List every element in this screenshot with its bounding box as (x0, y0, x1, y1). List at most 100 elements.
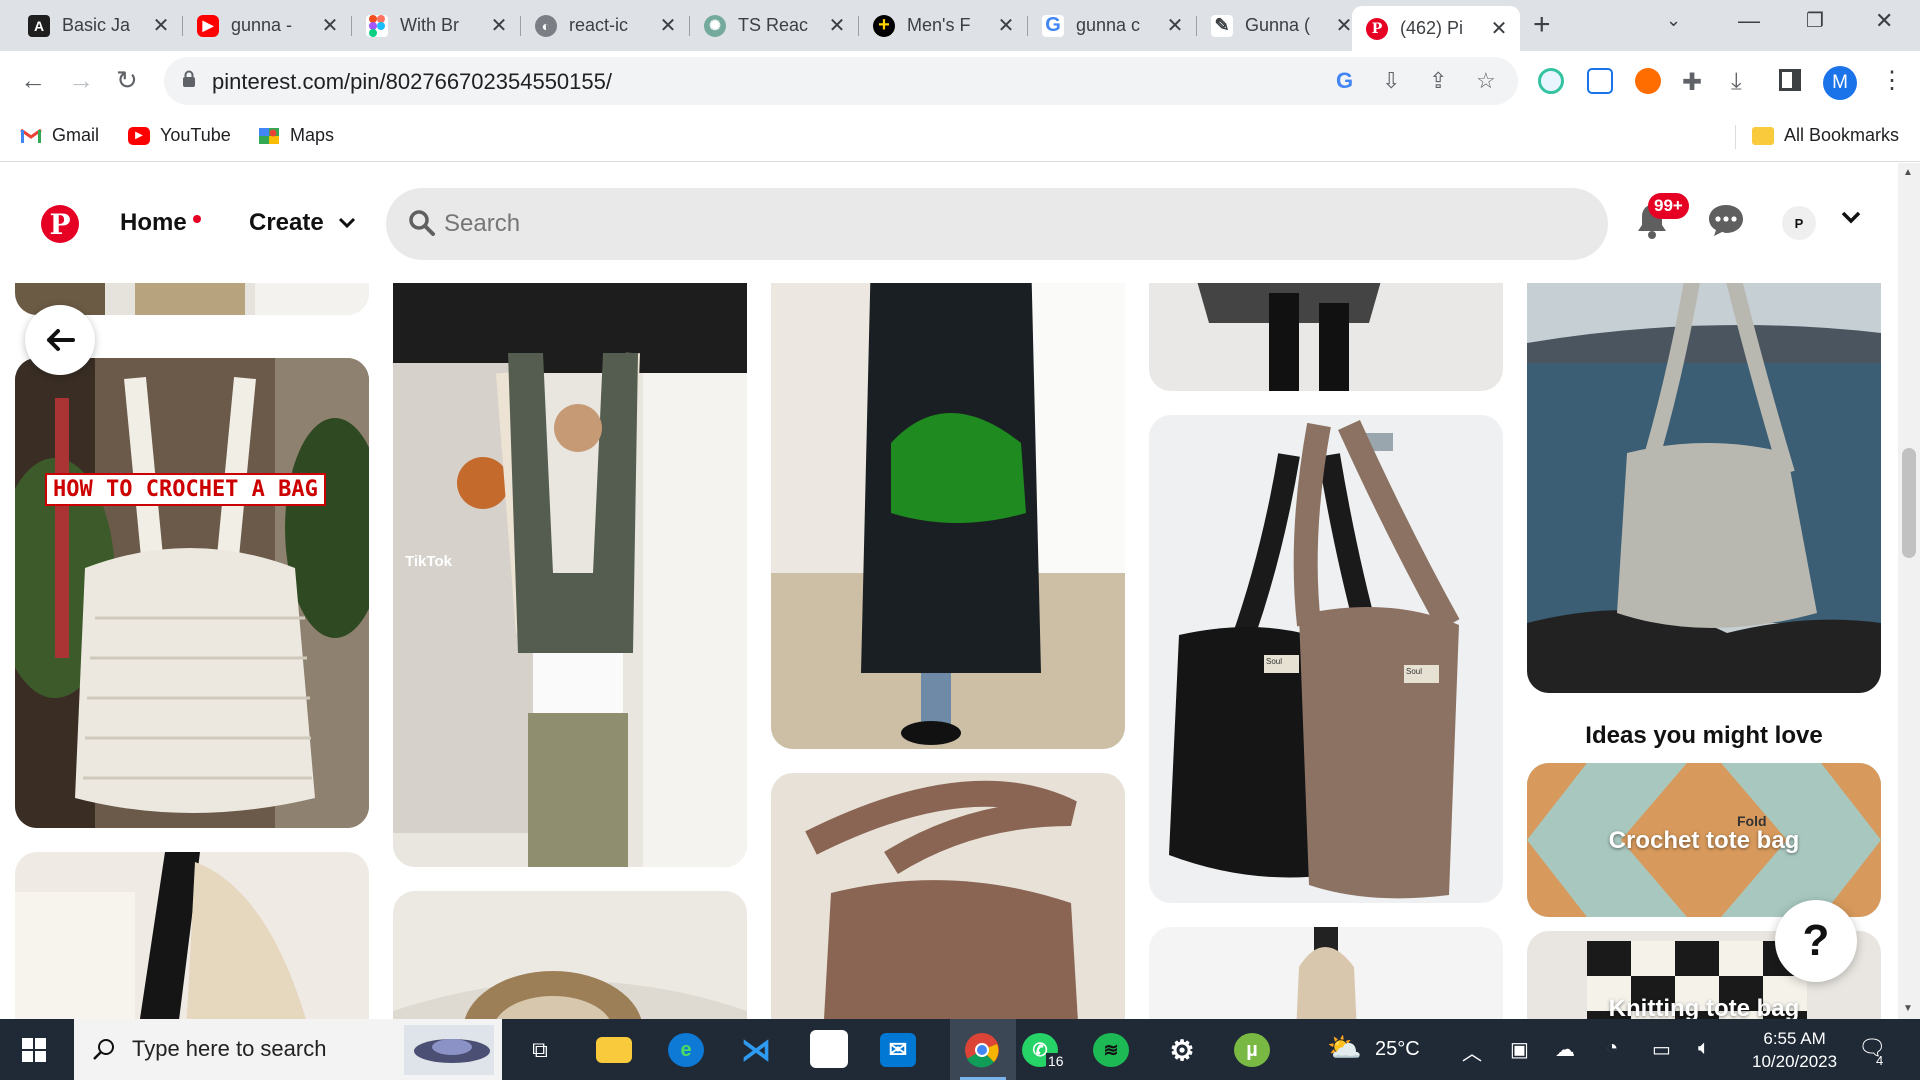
page-scrollbar[interactable]: ▲ ▼ (1898, 163, 1920, 1019)
folder-icon (1752, 126, 1774, 145)
tab-search-chevron-icon[interactable]: ⌄ (1666, 10, 1681, 31)
idea-card-crochet-tote[interactable]: Fold Crochet tote bag (1527, 763, 1881, 917)
back-arrow-button[interactable] (25, 305, 95, 375)
bookmark-youtube[interactable]: ▶ YouTube (128, 125, 231, 146)
battery-icon[interactable]: ▭ (1652, 1037, 1671, 1062)
code-academy-icon: A (28, 14, 50, 37)
minimize-button[interactable]: — (1738, 8, 1760, 34)
messages-icon[interactable] (1708, 204, 1744, 236)
pin-card[interactable]: Soul Soul (1149, 415, 1503, 903)
settings-gear-icon[interactable]: ⚙ (1164, 1033, 1200, 1067)
account-chevron-down-icon[interactable] (1840, 209, 1862, 225)
scrollbar-thumb[interactable] (1902, 448, 1916, 558)
meet-now-icon[interactable]: ▣ (1510, 1037, 1529, 1062)
pin-card[interactable] (15, 852, 369, 1019)
weather-icon[interactable]: ⛅ (1327, 1031, 1362, 1064)
browser-toolbar: ← → ↻ pinterest.com/pin/8027667023545501… (0, 51, 1920, 113)
onedrive-offline-icon[interactable]: ☁ (1555, 1037, 1575, 1062)
forward-button[interactable]: → (68, 65, 94, 95)
reload-button[interactable]: ↻ (116, 65, 138, 95)
volume-icon[interactable]: 🔈︎ (1698, 1037, 1710, 1060)
notification-count: 4 (1876, 1053, 1884, 1068)
profile-avatar[interactable]: P (1782, 206, 1816, 240)
pin-card-tiktok[interactable]: TikTok (393, 283, 747, 867)
restore-button[interactable]: ❐ (1806, 8, 1824, 33)
pin-card[interactable] (771, 283, 1125, 749)
install-app-icon[interactable]: ⇩ (1382, 68, 1400, 94)
tab-label: gunna - (231, 15, 293, 35)
extension-orange-icon[interactable] (1635, 68, 1661, 94)
pinterest-logo[interactable]: P (41, 205, 79, 243)
bookmark-gmail[interactable]: Gmail (20, 125, 99, 146)
tab-google-search[interactable]: G gunna c ✕ (1028, 8, 1197, 43)
url-text[interactable]: pinterest.com/pin/802766702354550155/ (212, 69, 612, 95)
close-icon[interactable]: ✕ (150, 13, 172, 38)
search-input[interactable] (444, 200, 1544, 248)
spotify-icon[interactable]: ≋ (1093, 1033, 1129, 1067)
google-lens-icon[interactable]: G (1336, 68, 1353, 94)
help-button[interactable]: ? (1775, 900, 1857, 982)
close-icon[interactable]: ✕ (488, 13, 510, 38)
tab-basic-javascript[interactable]: A Basic Ja ✕ (14, 8, 183, 43)
close-window-button[interactable]: ✕ (1875, 8, 1893, 34)
file-explorer-icon[interactable] (596, 1037, 632, 1063)
close-icon[interactable]: ✕ (319, 13, 341, 38)
pin-card[interactable] (393, 891, 747, 1019)
tab-genius[interactable]: ✎ Gunna ( ✕ (1197, 8, 1365, 43)
new-tab-button[interactable]: + (1533, 10, 1551, 40)
mail-icon[interactable]: ✉ (880, 1033, 916, 1067)
extensions-puzzle-icon[interactable]: ✚ (1682, 68, 1702, 97)
tab-react-icons[interactable]: ◐ react-ic ✕ (521, 8, 690, 43)
pin-card[interactable] (1149, 283, 1503, 391)
tab-pinterest-active[interactable]: P (462) Pi ✕ (1352, 6, 1520, 51)
notifications-badge: 99+ (1648, 193, 1689, 219)
extension-docs-icon[interactable] (1587, 68, 1613, 94)
share-icon[interactable]: ⇪ (1429, 68, 1447, 94)
extension-circle-icon[interactable] (1538, 68, 1564, 94)
close-icon[interactable]: ✕ (1488, 16, 1510, 41)
task-view-icon[interactable]: ⧉ (522, 1033, 558, 1067)
pin-image-straw-bag-bed (393, 891, 747, 1019)
tab-chatgpt[interactable]: ✺ TS Reac ✕ (690, 8, 859, 43)
weather-temperature[interactable]: 25°C (1375, 1038, 1420, 1061)
windows-start-icon[interactable] (22, 1038, 46, 1062)
chrome-profile-avatar[interactable]: M (1823, 66, 1857, 100)
tab-figma[interactable]: With Br ✕ (352, 8, 521, 43)
chrome-icon[interactable] (964, 1032, 1000, 1068)
back-button[interactable]: ← (20, 65, 46, 95)
bookmark-maps[interactable]: Maps (258, 125, 334, 146)
close-icon[interactable]: ✕ (995, 13, 1017, 38)
edge-icon[interactable]: e (668, 1033, 704, 1067)
taskbar-search-input[interactable] (132, 1033, 392, 1065)
nav-home[interactable]: Home (120, 209, 187, 237)
vscode-icon[interactable]: ⋊ (738, 1033, 774, 1067)
pin-card[interactable] (1527, 283, 1881, 693)
pin-image-white-crochet-bag (15, 358, 369, 828)
system-clock[interactable]: 6:55 AM 10/20/2023 (1752, 1027, 1837, 1073)
pin-card[interactable] (1149, 927, 1503, 1019)
scroll-down-arrow-icon[interactable]: ▼ (1903, 1003, 1913, 1014)
bookmark-star-icon[interactable]: ☆ (1476, 68, 1496, 94)
pinterest-search-bar[interactable] (386, 188, 1608, 260)
more-menu-icon[interactable]: ⋮ (1880, 66, 1904, 95)
tab-mens-fashion[interactable]: + Men's F ✕ (859, 8, 1028, 43)
pin-card-crochet-bag[interactable]: HOW TO CROCHET A BAG (15, 358, 369, 828)
pin-card[interactable] (771, 773, 1125, 1019)
close-icon[interactable]: ✕ (1164, 13, 1186, 38)
close-icon[interactable]: ✕ (826, 13, 848, 38)
downloads-icon[interactable]: ⤓ (1731, 68, 1742, 96)
bag-tag-label: Soul (1406, 667, 1423, 676)
close-icon[interactable]: ✕ (657, 13, 679, 38)
pin-image-tote-hook (1149, 927, 1503, 1019)
utorrent-icon[interactable]: µ (1234, 1033, 1270, 1067)
nav-create[interactable]: Create (249, 209, 356, 237)
tab-youtube-gunna[interactable]: ▶ gunna - ✕ (183, 8, 352, 43)
microsoft-store-icon[interactable] (810, 1030, 848, 1068)
show-hidden-icons-chevron-icon[interactable]: ︿ (1462, 1037, 1482, 1066)
wifi-icon[interactable]: ◔ (1606, 1037, 1618, 1060)
scroll-up-arrow-icon[interactable]: ▲ (1903, 167, 1913, 178)
side-panel-icon[interactable] (1779, 69, 1801, 91)
all-bookmarks-button[interactable]: All Bookmarks (1752, 125, 1899, 146)
address-bar[interactable]: pinterest.com/pin/802766702354550155/ G … (164, 57, 1518, 105)
taskbar-search-box[interactable] (74, 1019, 502, 1080)
